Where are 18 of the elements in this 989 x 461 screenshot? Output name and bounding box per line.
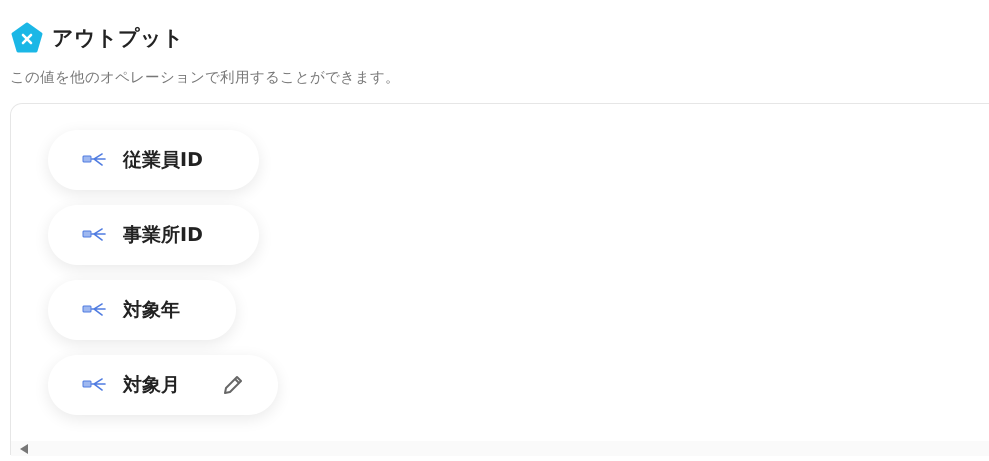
section-title: アウトプット bbox=[52, 25, 184, 52]
variable-icon bbox=[82, 228, 106, 242]
output-label: 事業所ID bbox=[123, 223, 203, 248]
edit-pencil-icon[interactable] bbox=[222, 374, 244, 396]
output-chip[interactable]: 従業員ID bbox=[48, 130, 259, 190]
variable-icon bbox=[82, 153, 106, 167]
output-chip[interactable]: 対象年 bbox=[48, 280, 236, 340]
horizontal-scrollbar[interactable] bbox=[11, 441, 989, 456]
output-chip[interactable]: 事業所ID bbox=[48, 205, 259, 265]
output-label: 対象年 bbox=[123, 298, 180, 323]
output-label: 対象月 bbox=[123, 373, 180, 398]
variable-icon bbox=[82, 303, 106, 317]
section-description: この値を他のオペレーションで利用することができます。 bbox=[10, 69, 401, 88]
output-chip[interactable]: 対象月 bbox=[48, 355, 278, 415]
output-logo-icon bbox=[11, 22, 43, 54]
scroll-left-icon[interactable] bbox=[20, 444, 28, 454]
variable-icon bbox=[82, 378, 106, 392]
output-label: 従業員ID bbox=[123, 148, 203, 173]
